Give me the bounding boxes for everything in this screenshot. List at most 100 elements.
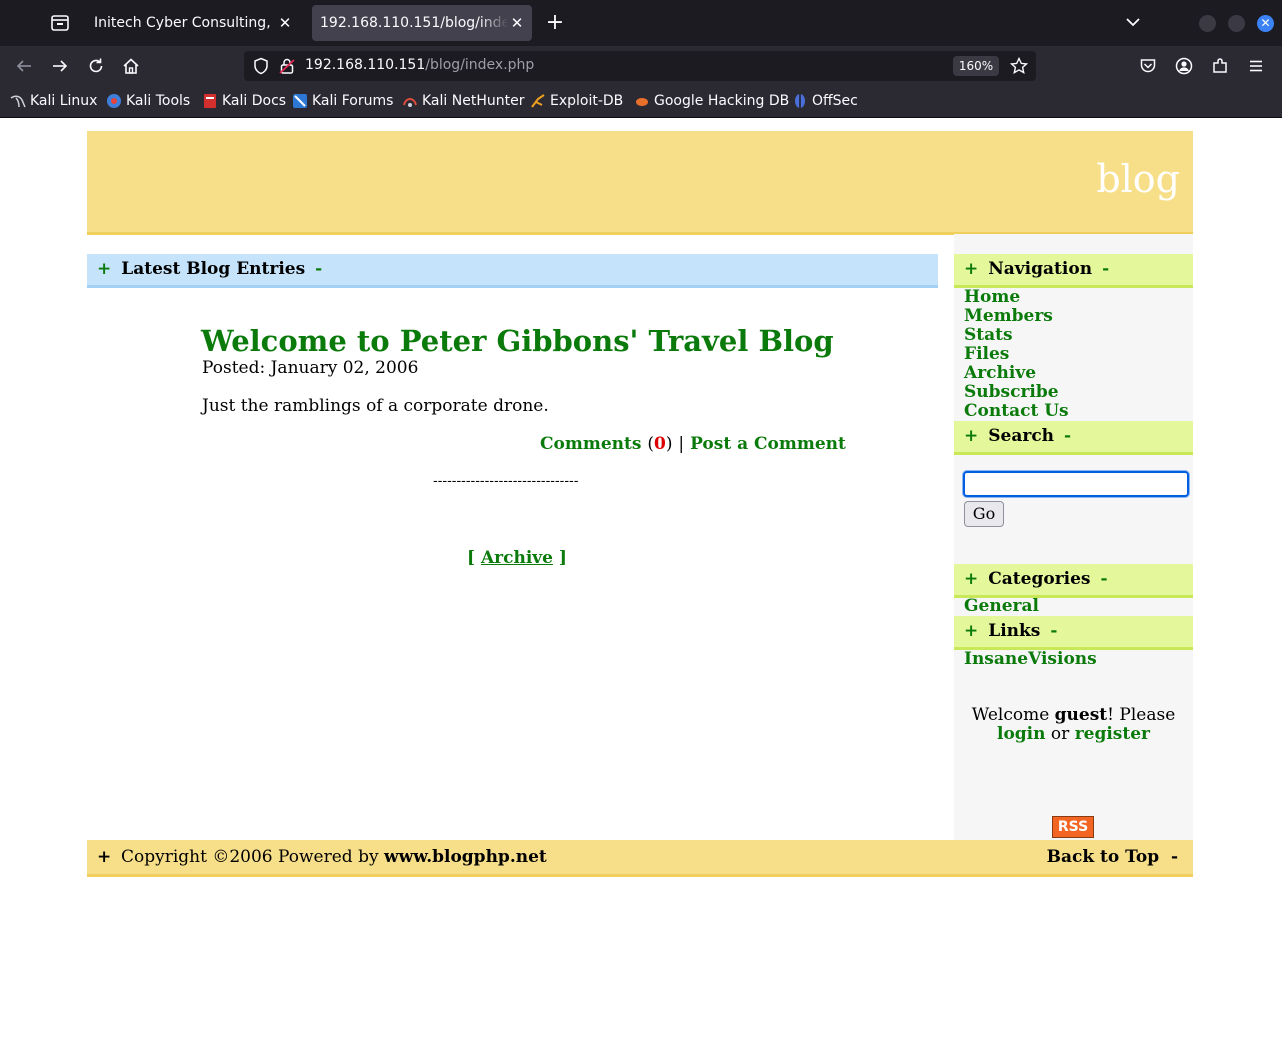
forward-icon[interactable] [48,54,72,78]
or-text: or [1050,724,1070,744]
copyright-text: Copyright ©2006 Powered by www.blogphp.n… [121,840,547,874]
post-body: Just the ramblings of a corporate drone. [202,396,549,416]
home-icon[interactable] [119,54,143,78]
collapse-toggle[interactable]: - [1171,847,1178,867]
section-title: Latest Blog Entries [121,259,306,279]
bookmark-label: Kali Linux [30,93,98,109]
firefox-view-icon[interactable] [40,8,80,38]
bookmark-label: Kali Tools [126,93,191,109]
bookmark-label: Exploit-DB [550,93,624,109]
bookmark-kali-nethunter[interactable]: Kali NetHunter [402,93,524,109]
rss-feed-button[interactable]: RSS [1052,816,1094,838]
expand-toggle[interactable]: + [97,259,111,279]
insecure-lock-icon[interactable] [278,57,296,79]
chevron-down-icon[interactable] [1122,11,1144,33]
star-bookmark-icon[interactable] [1009,56,1029,79]
post-title[interactable]: Welcome to Peter Gibbons' Travel Blog [201,324,834,358]
nav-home-link[interactable]: Home [964,287,1020,307]
expand-toggle[interactable]: + [97,840,111,874]
search-header: + Search - [954,421,1193,455]
expand-toggle[interactable]: + [964,569,978,589]
back-icon[interactable] [12,54,36,78]
bookmark-kali-tools[interactable]: Kali Tools [106,93,190,109]
nav-stats-link[interactable]: Stats [964,325,1013,345]
bookmark-kali-forums[interactable]: Kali Forums [292,93,393,109]
nav-subscribe-link[interactable]: Subscribe [964,382,1059,402]
offsec-icon [792,93,808,109]
tab-title: 192.168.110.151/blog/index.php [320,15,508,31]
bookmarks-toolbar: Kali Linux Kali Tools Kali Docs Kali For… [0,86,1282,118]
navigation-header: + Navigation - [954,254,1193,288]
categories-header: + Categories - [954,564,1193,598]
pocket-icon[interactable] [1136,54,1160,78]
bookmark-kali-linux[interactable]: Kali Linux [10,93,97,109]
account-icon[interactable] [1172,54,1196,78]
bookmark-label: Kali Docs [222,93,287,109]
expand-toggle[interactable]: + [964,621,978,641]
archive-link[interactable]: Archive [481,548,553,568]
extensions-icon[interactable] [1208,54,1232,78]
expand-toggle[interactable]: + [964,259,978,279]
nav-members-link[interactable]: Members [964,306,1053,326]
links-header: + Links - [954,616,1193,650]
comments-count: 0 [654,434,666,454]
url-host: 192.168.110.151 [305,57,426,73]
post-divider: ------------------------------- [433,474,579,489]
kali-dragon-icon [10,93,26,109]
tab-initech[interactable]: Initech Cyber Consulting, LLC ✕ [86,5,300,41]
bookmark-offsec[interactable]: OffSec [792,93,858,109]
nav-contact-link[interactable]: Contact Us [964,401,1069,421]
tab-blog-active[interactable]: 192.168.110.151/blog/index.php ✕ [312,5,532,41]
register-link[interactable]: register [1075,724,1150,744]
tab-bar: Initech Cyber Consulting, LLC ✕ 192.168.… [0,0,1282,46]
powered-by-link[interactable]: www.blogphp.net [384,847,547,867]
expand-toggle[interactable]: + [964,426,978,446]
nav-archive-link[interactable]: Archive [964,363,1036,383]
nav-files-link[interactable]: Files [964,344,1009,364]
search-go-button[interactable]: Go [964,501,1004,527]
collapse-toggle[interactable]: - [1102,259,1109,279]
category-general-link[interactable]: General [964,596,1039,616]
post-comment-link[interactable]: Post a Comment [690,434,846,454]
paren-close: ) [665,434,673,454]
menu-icon[interactable] [1244,54,1268,78]
url-bar[interactable]: 192.168.110.151/blog/index.php 160% [244,51,1036,81]
collapse-toggle[interactable]: - [1064,426,1071,446]
copyright-prefix: Copyright ©2006 Powered by [121,847,379,867]
navigation-title: Navigation [988,259,1093,279]
bookmark-label: Kali NetHunter [422,93,525,109]
navigation-toolbar: 192.168.110.151/blog/index.php 160% [0,46,1282,86]
back-to-top-label: Back to Top [1046,847,1160,867]
back-to-top[interactable]: Back to Top - [1047,840,1178,874]
zoom-level-button[interactable]: 160% [953,56,999,76]
collapse-toggle[interactable]: - [1050,621,1057,641]
minimize-button[interactable] [1199,15,1216,32]
tab-close-icon[interactable]: ✕ [508,14,526,32]
bookmark-kali-docs[interactable]: Kali Docs [202,93,286,109]
kali-tools-icon [106,93,122,109]
shield-icon[interactable] [252,57,270,79]
login-link[interactable]: login [997,724,1046,744]
reload-icon[interactable] [84,54,108,78]
post-actions: Comments (0) | Post a Comment [540,434,846,454]
welcome-message: Welcome guest! Please login or register [954,706,1193,744]
bookmark-google-hacking-db[interactable]: Google Hacking DB [634,93,789,109]
site-footer: + Copyright ©2006 Powered by www.blogphp… [87,840,1193,877]
collapse-toggle[interactable]: - [315,259,322,279]
tab-close-icon[interactable]: ✕ [276,14,294,32]
categories-title: Categories [988,569,1091,589]
link-insanevisions[interactable]: InsaneVisions [964,649,1097,669]
new-tab-icon[interactable]: + [543,11,567,35]
close-window-button[interactable]: ✕ [1257,15,1274,32]
bookmark-label: Kali Forums [312,93,394,109]
kali-forums-icon [292,93,308,109]
kali-nethunter-icon [402,93,418,109]
maximize-button[interactable] [1228,15,1245,32]
search-input[interactable] [963,471,1189,497]
collapse-toggle[interactable]: - [1101,569,1108,589]
site-title: blog [1096,157,1180,201]
comments-link[interactable]: Comments [540,434,641,454]
tab-title: Initech Cyber Consulting, LLC [94,15,276,31]
bookmark-exploit-db[interactable]: Exploit-DB [530,93,623,109]
welcome-suffix: ! Please [1107,705,1176,725]
